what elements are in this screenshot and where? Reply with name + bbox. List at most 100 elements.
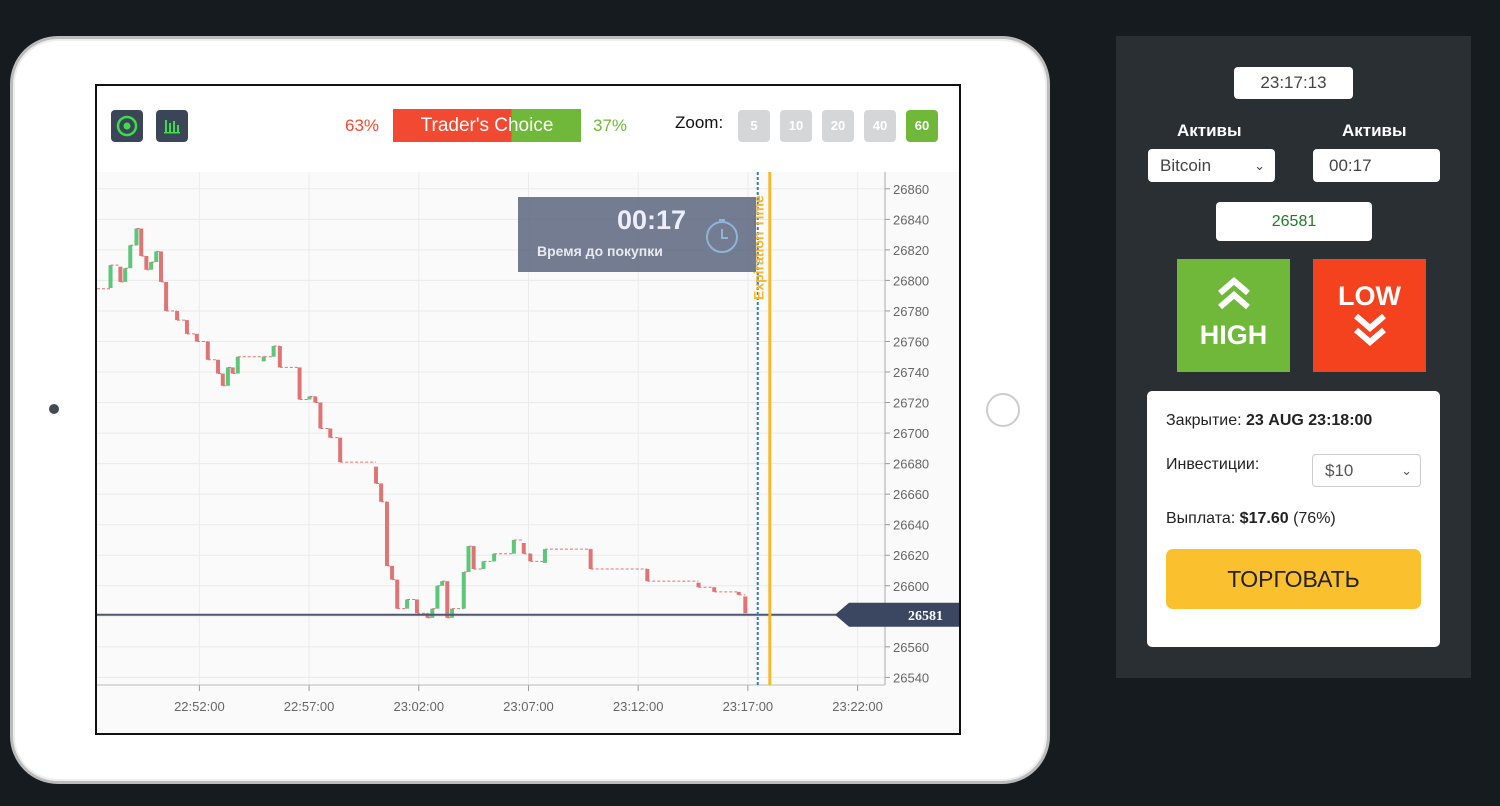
plot-area <box>97 172 885 685</box>
asset-select[interactable]: Bitcoin ⌄ <box>1148 149 1275 182</box>
low-label: LOW <box>1338 281 1401 311</box>
candle-up <box>149 262 154 270</box>
candle-up <box>450 608 455 618</box>
close-label: Закрытие: <box>1166 412 1242 429</box>
candle-up <box>542 549 547 563</box>
countdown-box: 00:17 Время до покупки <box>518 197 756 272</box>
zoom-10-button[interactable]: 10 <box>780 110 812 142</box>
payout-percent: (76%) <box>1293 510 1336 527</box>
candle-up <box>123 268 128 282</box>
current-price-field: 26581 <box>1216 202 1372 241</box>
high-button[interactable]: HIGH <box>1177 259 1290 372</box>
buy-percent: 37% <box>593 116 628 135</box>
chart-toolbar: 63% Trader's Choice 37% Zoom: 5 10 20 40… <box>97 86 959 172</box>
zoom-20-button[interactable]: 20 <box>822 110 854 142</box>
zoom-40-button[interactable]: 40 <box>864 110 896 142</box>
asset-select-value: Bitcoin <box>1160 156 1212 175</box>
y-tick-label: 26700 <box>893 426 929 441</box>
double-chevron-down-icon <box>1353 313 1386 346</box>
double-chevron-up-icon <box>1217 277 1250 310</box>
candle-down <box>220 373 225 386</box>
y-tick-label: 26760 <box>893 334 929 349</box>
candle-up <box>405 599 410 609</box>
y-tick-label: 26840 <box>893 212 929 227</box>
time-field[interactable]: 00:17 <box>1313 149 1440 182</box>
candle-down <box>390 565 395 580</box>
candle-down <box>158 251 163 282</box>
x-tick-label: 22:57:00 <box>284 699 335 714</box>
x-tick-label: 23:12:00 <box>613 699 664 714</box>
candle-up <box>225 367 230 386</box>
y-tick-label: 26620 <box>893 548 929 563</box>
candle-up <box>154 251 159 263</box>
payout-label: Выплата: <box>1166 510 1236 527</box>
camera-dot <box>49 404 59 414</box>
candle-down <box>414 599 419 614</box>
low-button[interactable]: LOW <box>1313 259 1426 372</box>
trade-summary-card: Закрытие: 23 AUG 23:18:00 Инвестиции: $1… <box>1147 391 1440 647</box>
candle-down <box>297 367 302 400</box>
invest-select[interactable]: $10 ⌄ <box>1312 454 1421 487</box>
candle-down <box>395 579 400 609</box>
candle-down <box>373 466 378 484</box>
zoom-5-button[interactable]: 5 <box>738 110 770 142</box>
bar-chart-icon-button[interactable] <box>156 110 188 142</box>
candle-down <box>144 255 149 270</box>
y-tick-label: 26680 <box>893 457 929 472</box>
candle-down <box>338 437 343 463</box>
invest-label: Инвестиции: <box>1166 456 1260 473</box>
sell-percent: 63% <box>345 116 380 135</box>
chevron-down-icon: ⌄ <box>1401 463 1412 478</box>
candle-down <box>184 320 189 334</box>
zoom-60-button[interactable]: 60 <box>906 110 938 142</box>
candle-up <box>128 245 133 269</box>
candle-up <box>261 356 266 362</box>
trade-panel: 23:17:13 Активы Активы Bitcoin ⌄ 00:17 2… <box>1116 36 1471 678</box>
candle-up <box>108 265 113 289</box>
candle-down <box>743 596 748 614</box>
y-tick-label: 26660 <box>893 487 929 502</box>
trade-button[interactable]: ТОРГОВАТЬ <box>1166 549 1421 609</box>
candle-down <box>528 553 533 562</box>
candle-down <box>696 582 701 588</box>
candle-down <box>384 501 389 566</box>
countdown-label: Время до покупки <box>537 243 663 259</box>
y-tick-label: 26720 <box>893 396 929 411</box>
payout-value: $17.60 <box>1239 510 1289 527</box>
candle-down <box>194 333 199 342</box>
x-tick-label: 23:02:00 <box>393 699 444 714</box>
bar-chart-icon <box>164 120 180 134</box>
candle-down <box>175 310 180 321</box>
clock-field: 23:17:13 <box>1234 67 1353 99</box>
stopwatch-icon <box>706 219 738 253</box>
target-icon-button[interactable] <box>111 110 143 142</box>
candle-down <box>379 483 384 502</box>
y-tick-label: 26740 <box>893 365 929 380</box>
x-tick-label: 23:17:00 <box>723 699 774 714</box>
x-tick-label: 23:07:00 <box>503 699 554 714</box>
candle-down <box>230 367 235 374</box>
chart-screen: 63% Trader's Choice 37% Zoom: 5 10 20 40… <box>95 84 961 735</box>
candle-down <box>277 346 282 368</box>
candle-down <box>139 228 144 256</box>
y-tick-label: 26600 <box>893 579 929 594</box>
y-tick-label: 26860 <box>893 182 929 197</box>
candle-down <box>205 341 210 360</box>
time-label: Активы <box>1342 121 1407 140</box>
traders-choice-bar: Trader's Choice <box>393 109 581 142</box>
home-button[interactable] <box>986 393 1020 427</box>
asset-label: Активы <box>1177 121 1242 140</box>
candle-down <box>118 266 123 282</box>
candle-up <box>271 346 276 357</box>
candle-up <box>440 581 445 586</box>
candle-up <box>466 546 471 573</box>
candle-up <box>430 608 435 618</box>
chevron-down-icon: ⌄ <box>1254 158 1265 173</box>
x-tick-label: 23:22:00 <box>832 699 883 714</box>
candle-down <box>313 396 318 403</box>
candle-up <box>235 356 240 374</box>
candle-down <box>328 428 333 438</box>
y-tick-label: 26540 <box>893 670 929 685</box>
x-tick-label: 22:52:00 <box>174 699 225 714</box>
candle-up <box>134 228 139 246</box>
